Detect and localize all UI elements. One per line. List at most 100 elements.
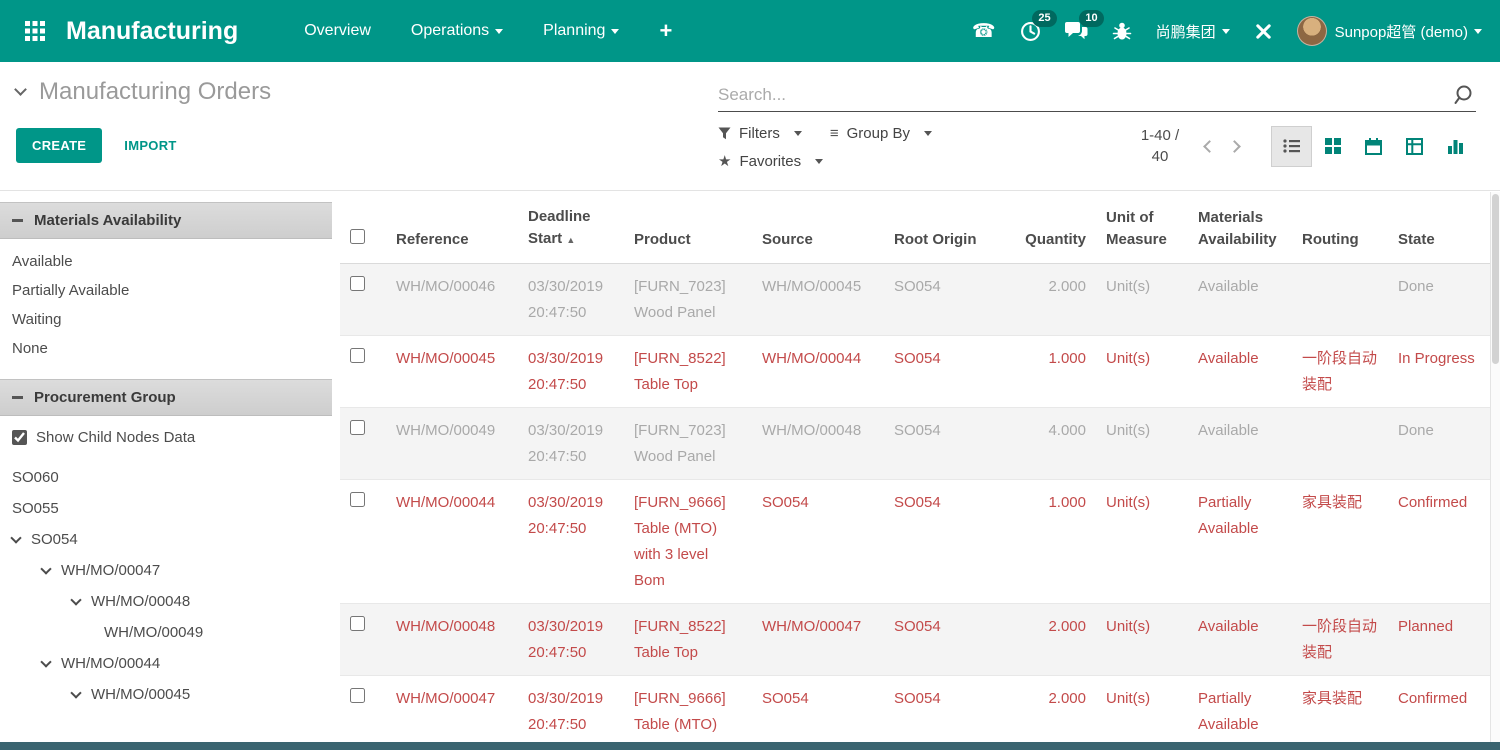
- orders-list: Reference Deadline Start ▲ Product Sourc…: [340, 192, 1490, 742]
- filter-none[interactable]: None: [0, 334, 332, 363]
- cell-state: Confirmed: [1388, 480, 1490, 604]
- pivot-icon: [1406, 138, 1423, 155]
- col-root-origin[interactable]: Root Origin: [884, 192, 1012, 264]
- graph-view-button[interactable]: [1435, 126, 1476, 167]
- chevron-down-icon[interactable]: [40, 656, 51, 667]
- tree-item[interactable]: SO060: [0, 462, 332, 493]
- scrollbar-thumb[interactable]: [1492, 194, 1499, 364]
- activities-button[interactable]: 25: [1020, 21, 1041, 42]
- menu-overview[interactable]: Overview: [304, 22, 371, 40]
- menu-planning[interactable]: Planning: [543, 22, 619, 40]
- col-uom[interactable]: Unit of Measure: [1096, 192, 1188, 264]
- col-routing[interactable]: Routing: [1292, 192, 1388, 264]
- table-row[interactable]: WH/MO/00048 03/30/2019 20:47:50 [FURN_85…: [340, 604, 1490, 676]
- pager-next-icon[interactable]: [1228, 140, 1241, 153]
- row-checkbox[interactable]: [350, 492, 365, 507]
- cell-routing: 家具装配: [1292, 480, 1388, 604]
- kanban-view-button[interactable]: [1312, 126, 1353, 167]
- select-all-checkbox[interactable]: [350, 229, 365, 244]
- tree-item[interactable]: WH/MO/00044: [0, 648, 332, 679]
- tree-item[interactable]: WH/MO/00045: [0, 679, 332, 710]
- col-product[interactable]: Product: [624, 192, 752, 264]
- show-child-nodes-option[interactable]: Show Child Nodes Data: [0, 416, 332, 448]
- table-row[interactable]: WH/MO/00049 03/30/2019 20:47:50 [FURN_70…: [340, 408, 1490, 480]
- cell-quantity: 2.000: [1012, 676, 1096, 743]
- col-deadline-start[interactable]: Deadline Start ▲: [518, 192, 624, 264]
- pivot-view-button[interactable]: [1394, 126, 1435, 167]
- tree-item[interactable]: SO054: [0, 524, 332, 555]
- show-child-nodes-checkbox[interactable]: [12, 430, 27, 445]
- chevron-down-icon: [924, 131, 932, 136]
- chevron-down-icon[interactable]: [14, 83, 27, 96]
- company-menu[interactable]: 尚鹏集团: [1156, 21, 1230, 42]
- filters-menu[interactable]: Filters: [718, 125, 802, 142]
- section-materials-availability[interactable]: Materials Availability: [0, 202, 332, 239]
- row-checkbox[interactable]: [350, 688, 365, 703]
- bar-chart-icon: [1447, 138, 1464, 154]
- col-availability[interactable]: Materials Availability: [1188, 192, 1292, 264]
- cell-routing: [1292, 264, 1388, 336]
- filter-partially-available[interactable]: Partially Available: [0, 276, 332, 305]
- row-checkbox[interactable]: [350, 420, 365, 435]
- section-procurement-group[interactable]: Procurement Group: [0, 379, 332, 416]
- col-state[interactable]: State: [1388, 192, 1490, 264]
- search-input[interactable]: [718, 85, 1454, 105]
- cell-quantity: 2.000: [1012, 264, 1096, 336]
- apps-grid-icon[interactable]: [18, 14, 52, 48]
- cell-uom: Unit(s): [1096, 676, 1188, 743]
- chevron-down-icon[interactable]: [10, 532, 21, 543]
- list-view-button[interactable]: [1271, 126, 1312, 167]
- tree-item[interactable]: WH/MO/00047: [0, 555, 332, 586]
- col-quantity[interactable]: Quantity: [1012, 192, 1096, 264]
- vertical-scrollbar[interactable]: [1490, 192, 1500, 742]
- chevron-down-icon[interactable]: [70, 594, 81, 605]
- table-row[interactable]: WH/MO/00047 03/30/2019 20:47:50 [FURN_96…: [340, 676, 1490, 743]
- user-menu[interactable]: Sunpop超管 (demo): [1297, 16, 1482, 46]
- cell-availability: Available: [1188, 604, 1292, 676]
- col-reference[interactable]: Reference: [386, 192, 518, 264]
- chevron-down-icon[interactable]: [40, 563, 51, 574]
- menu-add[interactable]: +: [659, 18, 672, 44]
- group-by-menu[interactable]: ≡ Group By: [830, 125, 932, 142]
- search-icon[interactable]: [1454, 84, 1476, 106]
- favorites-menu[interactable]: ★ Favorites: [718, 153, 823, 170]
- navbar-systray: ☎ 25 10 尚鹏集团 Sunpop超管 (demo): [972, 16, 1482, 46]
- group-by-icon: ≡: [830, 126, 839, 141]
- cell-state: Done: [1388, 408, 1490, 480]
- tree-item[interactable]: WH/MO/00048: [0, 586, 332, 617]
- breadcrumb[interactable]: Manufacturing Orders: [16, 78, 708, 106]
- tools-icon[interactable]: [1254, 22, 1273, 41]
- bug-icon[interactable]: [1112, 21, 1132, 41]
- pager-previous-icon[interactable]: [1203, 140, 1216, 153]
- cell-root-origin: SO054: [884, 264, 1012, 336]
- table-row[interactable]: WH/MO/00046 03/30/2019 20:47:50 [FURN_70…: [340, 264, 1490, 336]
- message-badge: 10: [1079, 10, 1103, 27]
- cell-reference: WH/MO/00045: [386, 336, 518, 408]
- chevron-down-icon[interactable]: [70, 687, 81, 698]
- table-row[interactable]: WH/MO/00044 03/30/2019 20:47:50 [FURN_96…: [340, 480, 1490, 604]
- cell-reference: WH/MO/00046: [386, 264, 518, 336]
- row-checkbox[interactable]: [350, 348, 365, 363]
- cell-product: [FURN_9666] Table (MTO) with 3 level Bom: [624, 676, 752, 743]
- cell-availability: Available: [1188, 336, 1292, 408]
- row-checkbox[interactable]: [350, 616, 365, 631]
- table-row[interactable]: WH/MO/00045 03/30/2019 20:47:50 [FURN_85…: [340, 336, 1490, 408]
- import-button[interactable]: IMPORT: [124, 138, 176, 153]
- row-checkbox[interactable]: [350, 276, 365, 291]
- menu-operations[interactable]: Operations: [411, 22, 503, 40]
- phone-icon[interactable]: ☎: [972, 20, 996, 43]
- select-all-cell: [340, 192, 386, 264]
- procurement-group-tree: SO060 SO055 SO054 WH/MO/00047 WH/MO/0004…: [0, 462, 332, 710]
- tree-item-label: WH/MO/00044: [61, 655, 160, 672]
- filter-waiting[interactable]: Waiting: [0, 305, 332, 334]
- cell-uom: Unit(s): [1096, 480, 1188, 604]
- col-source[interactable]: Source: [752, 192, 884, 264]
- calendar-view-button[interactable]: [1353, 126, 1394, 167]
- tree-item[interactable]: SO055: [0, 493, 332, 524]
- filter-available[interactable]: Available: [0, 247, 332, 276]
- create-button[interactable]: CREATE: [16, 128, 102, 163]
- tree-item[interactable]: WH/MO/00049: [0, 617, 332, 648]
- horizontal-scrollbar[interactable]: [0, 742, 1500, 750]
- messages-button[interactable]: 10: [1065, 21, 1088, 41]
- pager: 1-40 / 40: [1131, 125, 1476, 167]
